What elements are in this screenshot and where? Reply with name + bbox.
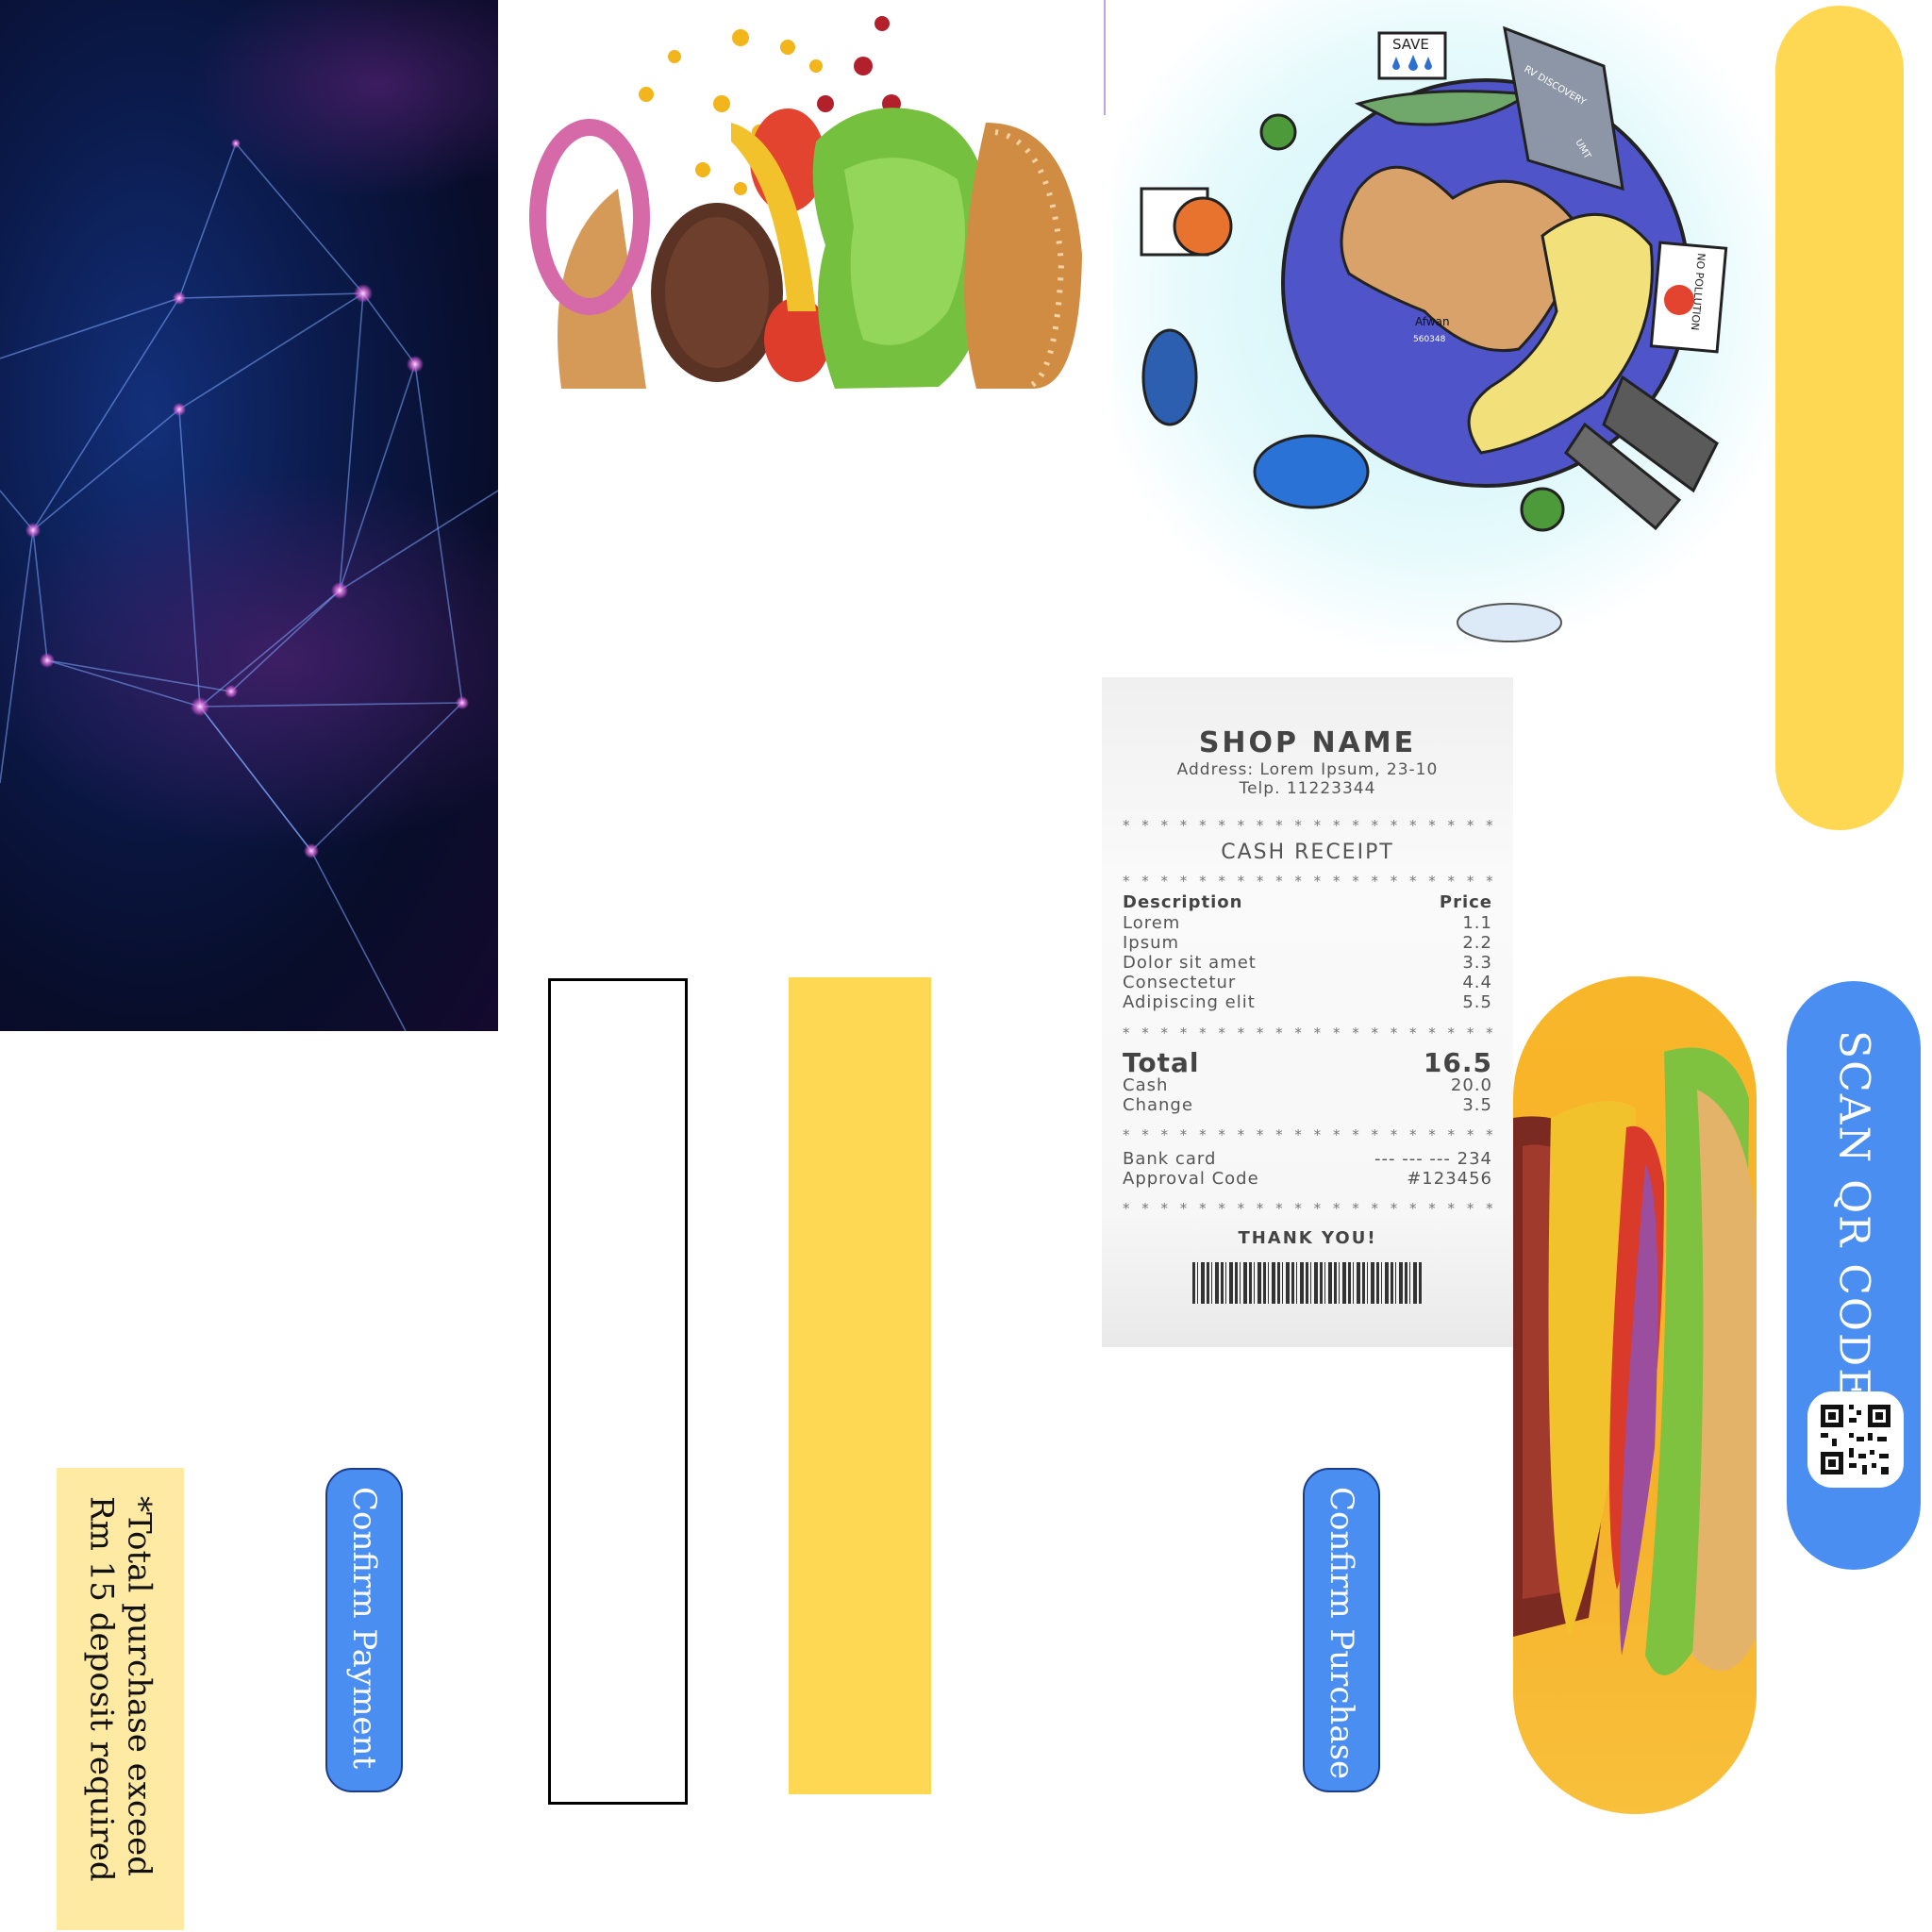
receipt-change-value: 3.5 (1462, 1095, 1492, 1115)
receipt-item-price: 2.2 (1462, 933, 1492, 953)
deposit-requirement-note: *Total purchase exceed Rm 15 deposit req… (57, 1468, 184, 1930)
receipt-item-name: Dolor sit amet (1123, 953, 1257, 973)
yellow-panel (789, 977, 931, 1794)
receipt-thank-you: THANK YOU! (1238, 1228, 1377, 1248)
receipt-item-row: Consectetur 4.4 (1123, 973, 1492, 992)
receipt-title: CASH RECEIPT (1221, 841, 1394, 864)
receipt-bank-value: --- --- --- 234 (1374, 1149, 1492, 1169)
receipt-total-value: 16.5 (1423, 1047, 1492, 1078)
qr-code-graphic (1821, 1405, 1890, 1474)
receipt-bank-label: Bank card (1123, 1149, 1217, 1169)
deposit-note-line-2: Rm 15 deposit required (82, 1496, 121, 1882)
receipt-total-label: Total (1123, 1047, 1200, 1078)
receipt-bank-row: Bank card --- --- --- 234 (1123, 1149, 1492, 1169)
receipt-address: Address: Lorem Ipsum, 23-10 (1176, 760, 1439, 779)
receipt-item-price: 1.1 (1462, 913, 1492, 933)
receipt-separator: * * * * * * * * * * * * * * * * * * * * … (1123, 817, 1492, 834)
qr-code-icon (1807, 1391, 1904, 1488)
receipt-item-name: Lorem (1123, 913, 1181, 933)
receipt-barcode (1192, 1262, 1423, 1304)
map-code: 560348 (1413, 335, 1446, 344)
confirm-purchase-button[interactable]: Confirm Purchase (1303, 1468, 1380, 1792)
receipt-item-name: Ipsum (1123, 933, 1180, 953)
receipt-change-row: Change 3.5 (1123, 1095, 1492, 1115)
receipt-item-price: 3.3 (1462, 953, 1492, 973)
scan-qr-label-text: SCAN QR CODE (1829, 1030, 1878, 1401)
network-background-image (0, 0, 498, 1031)
receipt-separator: * * * * * * * * * * * * * * * * * * * * … (1123, 1024, 1492, 1041)
receipt-item-name: Consectetur (1123, 973, 1237, 992)
confirm-payment-button[interactable]: Confirm Payment (325, 1468, 403, 1792)
receipt-shop-name: SHOP NAME (1198, 726, 1417, 759)
receipt-serrated-edge (1102, 672, 1513, 683)
vertical-divider (1104, 0, 1106, 115)
receipt-item-price: 5.5 (1462, 992, 1492, 1012)
receipt-item-name: Adipiscing elit (1123, 992, 1256, 1012)
receipt-change-label: Change (1123, 1095, 1193, 1115)
receipt-approval-label: Approval Code (1123, 1169, 1259, 1189)
receipt-cash-label: Cash (1123, 1075, 1169, 1095)
network-lines (0, 0, 498, 1031)
yellow-pill-decoration (1775, 6, 1904, 830)
burger-side-art (1513, 1047, 1757, 1675)
receipt-item-row: Adipiscing elit 5.5 (1123, 992, 1492, 1012)
receipt-item-row: Dolor sit amet 3.3 (1123, 953, 1492, 973)
receipt-item-row: Lorem 1.1 (1123, 913, 1492, 933)
deposit-note-text: *Total purchase exceed Rm 15 deposit req… (83, 1496, 158, 1930)
deposit-note-line-1: *Total purchase exceed (120, 1496, 158, 1876)
scan-qr-label: SCAN QR CODE (1787, 1030, 1921, 1400)
receipt-separator: * * * * * * * * * * * * * * * * * * * * … (1123, 1126, 1492, 1143)
receipt-col-price: Price (1439, 892, 1492, 912)
burger-pill-image (1513, 976, 1757, 1814)
receipt-separator: * * * * * * * * * * * * * * * * * * * * … (1123, 873, 1492, 890)
receipt-cash-value: 20.0 (1450, 1075, 1492, 1095)
cash-receipt: SHOP NAME Address: Lorem Ipsum, 23-10 Te… (1102, 672, 1513, 1347)
receipt-item-row: Ipsum 2.2 (1123, 933, 1492, 953)
receipt-phone: Telp. 11223344 (1239, 779, 1376, 798)
receipt-approval-value: #123456 (1407, 1169, 1492, 1189)
map-label: Afwan (1415, 315, 1450, 328)
receipt-cash-row: Cash 20.0 (1123, 1075, 1492, 1095)
receipt-header-row: Description Price (1123, 892, 1492, 912)
outlined-panel (548, 978, 688, 1805)
burger-ingredients-art (529, 16, 1082, 389)
receipt-total-row: Total 16.5 (1123, 1047, 1492, 1078)
scan-qr-button[interactable]: SCAN QR CODE (1787, 981, 1921, 1570)
receipt-approval-row: Approval Code #123456 (1123, 1169, 1492, 1189)
save-earth-art: Afwan 560348 SAVE RV DISCOVERY UMT NO PO… (1113, 0, 1774, 660)
receipt-col-description: Description (1123, 892, 1243, 912)
save-earth-illustration: Afwan 560348 SAVE RV DISCOVERY UMT NO PO… (1113, 0, 1774, 660)
confirm-purchase-label: Confirm Purchase (1323, 1487, 1360, 1780)
sign-save-text: SAVE (1392, 36, 1429, 53)
burger-ingredients-image (505, 0, 1082, 389)
receipt-item-price: 4.4 (1462, 973, 1492, 992)
confirm-payment-label: Confirm Payment (345, 1487, 383, 1770)
receipt-separator: * * * * * * * * * * * * * * * * * * * * … (1123, 1200, 1492, 1217)
